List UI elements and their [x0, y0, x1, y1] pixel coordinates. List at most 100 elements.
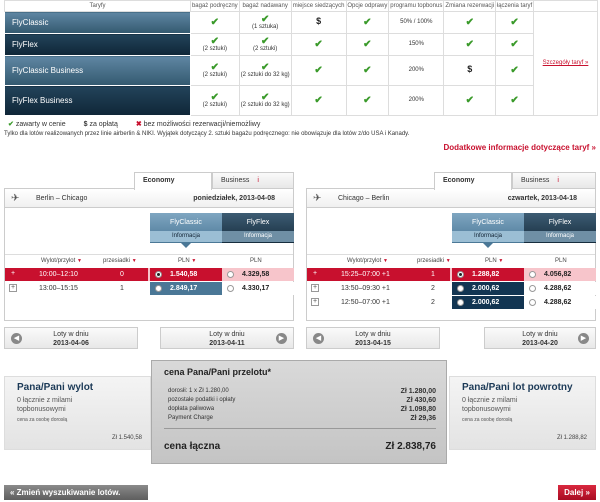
col-departure[interactable]: Wylot/przylot ▼ — [347, 255, 388, 268]
prev-day-button[interactable]: ◀ Loty w dniu 2013-04-06 — [4, 327, 138, 349]
radio-button[interactable] — [529, 299, 536, 306]
summary-title: Pana/Pani lot powrotny — [462, 382, 573, 393]
cell-checkin: ✔ — [345, 11, 390, 34]
tab-business[interactable]: Business i — [512, 172, 596, 189]
legend-not: ✖ bez możliwości rezerwacji/niemożliwy — [135, 121, 261, 128]
route-date: poniedziałek, 2013-04-08 — [193, 195, 275, 202]
fare-header-flyflex[interactable]: FlyFlex Informacja — [222, 213, 294, 243]
radio-button[interactable] — [227, 285, 234, 292]
tariff-row: FlyFlex ✔ (2 sztuki) ✔ (2 sztuki) ✔ ✔ 150%… — [4, 33, 598, 56]
sort-icon: ▼ — [191, 258, 197, 264]
route-bar: ✈ Berlin – Chicago poniedziałek, 2013-04… — [4, 188, 294, 208]
check-icon: ✔ — [363, 95, 372, 106]
price: 1.288,82 — [472, 271, 500, 278]
radio-button[interactable] — [227, 271, 234, 278]
radio-button[interactable] — [155, 285, 162, 292]
sort-icon: ▼ — [76, 258, 82, 264]
tariff-name: FlyClassic — [4, 11, 191, 34]
cell-hand: ✔ — [190, 11, 240, 34]
price-cell-flex[interactable]: 4.330,17 — [222, 282, 294, 295]
radio-button[interactable] — [155, 271, 162, 278]
expand-icon[interactable]: + — [311, 284, 319, 292]
radio-button[interactable] — [529, 271, 536, 278]
check-icon: ✔ — [210, 17, 219, 28]
radio-button[interactable] — [457, 299, 464, 306]
prev-day-button[interactable]: ◀ Loty w dniu 2013-04-15 — [306, 327, 440, 349]
check-icon: ✔ — [510, 17, 519, 28]
more-info-link[interactable]: Dodatkowe informacje dotyczące taryf » — [444, 143, 597, 152]
price-title: cena Pana/Pani przelotu* — [164, 367, 272, 377]
price-cell-classic[interactable]: 2.000,62 — [452, 296, 524, 309]
fare-info-link[interactable]: Informacja — [524, 231, 596, 242]
fare-info-link[interactable]: Informacja — [452, 231, 524, 242]
price-cell-classic[interactable]: 2.000,62 — [452, 282, 524, 295]
next-button[interactable]: Dalej » — [558, 485, 596, 500]
radio-button[interactable] — [457, 271, 464, 278]
summary-amount: Zł 1.540,58 — [111, 435, 142, 441]
fare-header-flyclassic[interactable]: FlyClassic Informacja — [150, 213, 222, 243]
flight-row[interactable]: + 13:50–09:30 +1 2 2.000,62 4.288,62 — [307, 282, 596, 295]
tab-economy[interactable]: Economy — [434, 172, 512, 190]
checked-note: (2 sztuki do 32 kg) — [240, 71, 290, 78]
radio-button[interactable] — [529, 285, 536, 292]
flight-time: 10:00–12:10 — [39, 271, 78, 278]
check-icon: ✔ — [314, 39, 323, 50]
total-label: cena łączna — [164, 441, 221, 452]
flight-row[interactable]: + 15:25–07:00 +1 1 1.288,82 4.056,82 — [307, 268, 596, 281]
plane-departure-icon: ✈ — [11, 193, 20, 204]
sort-icon: ▼ — [131, 258, 137, 264]
line-label: pozostałe podatki i opłaty — [168, 397, 236, 403]
col-pln-flex[interactable]: PLN — [555, 255, 567, 268]
tab-economy[interactable]: Economy — [134, 172, 212, 190]
fare-header-flyflex[interactable]: FlyFlex Informacja — [524, 213, 596, 243]
cell-change: ✔ — [443, 33, 497, 56]
flight-row[interactable]: + 10:00–12:10 0 1.540,58 4.329,58 — [5, 268, 294, 281]
price-cell-classic[interactable]: 1.540,58 — [150, 268, 222, 281]
price-line: Payment Charge Zł 29,36 — [168, 415, 436, 422]
fare-header-flyclassic[interactable]: FlyClassic Informacja — [452, 213, 524, 243]
radio-button[interactable] — [457, 285, 464, 292]
next-day-button[interactable]: Loty w dniu 2013-04-20 ▶ — [484, 327, 596, 349]
price-cell-flex[interactable]: 4.329,58 — [222, 268, 294, 281]
change-search-button[interactable]: « Zmień wyszukiwanie lotów. — [4, 485, 148, 500]
cell-change: ✔ — [443, 85, 497, 116]
check-icon: ✔ — [363, 39, 372, 50]
tab-business[interactable]: Business i — [212, 172, 294, 189]
miles-line-2: topbonusowymi — [17, 406, 66, 413]
expand-icon[interactable]: + — [9, 284, 17, 292]
arrow-right-icon: ▶ — [276, 333, 287, 344]
prev-day-date: 2013-04-06 — [53, 340, 89, 347]
col-pln-flex[interactable]: PLN — [250, 255, 262, 268]
price-cell-flex[interactable]: 4.288,62 — [524, 282, 596, 295]
price: 4.288,62 — [544, 285, 572, 292]
price-cell-classic[interactable]: 1.288,82 — [452, 268, 524, 281]
next-day-button[interactable]: Loty w dniu 2013-04-11 ▶ — [160, 327, 294, 349]
col-stops[interactable]: przesiadki ▼ — [103, 255, 137, 268]
expand-icon[interactable]: + — [9, 270, 17, 278]
check-icon: ✔ — [260, 13, 270, 25]
tariff-link-cell: Szczegóły taryf » — [533, 11, 598, 116]
cell-combine: ✔ — [495, 85, 534, 116]
price-cell-flex[interactable]: 4.056,82 — [524, 268, 596, 281]
col-stops[interactable]: przesiadki ▼ — [417, 255, 451, 268]
fare-info-link[interactable]: Informacja — [150, 231, 222, 242]
flight-row[interactable]: + 13:00–15:15 1 2.849,17 4.330,17 — [5, 282, 294, 295]
col-pln-classic[interactable]: PLN ▼ — [178, 255, 196, 268]
check-icon: ✔ — [510, 65, 519, 76]
price-cell-classic[interactable]: 2.849,17 — [150, 282, 222, 295]
col-departure[interactable]: Wylot/przylot ▼ — [41, 255, 82, 268]
tariff-header-empty — [533, 0, 598, 12]
cell-checkin: ✔ — [345, 85, 390, 116]
col-pln-classic[interactable]: PLN ▼ — [485, 255, 503, 268]
expand-icon[interactable]: + — [311, 298, 319, 306]
tariff-details-link[interactable]: Szczegóły taryf » — [543, 60, 589, 66]
cell-seat: ✔ — [290, 33, 347, 56]
cell-change: $ — [443, 55, 497, 86]
price-cell-flex[interactable]: 4.288,62 — [524, 296, 596, 309]
check-icon: ✔ — [8, 121, 14, 128]
fare-info-link[interactable]: Informacja — [222, 231, 294, 242]
inbound-panel: Economy Business i ✈ Chicago – Berlin czw… — [306, 172, 596, 352]
tariff-header: bagaż nadawany — [238, 0, 292, 12]
expand-icon[interactable]: + — [311, 270, 319, 278]
flight-row[interactable]: + 12:50–07:00 +1 2 2.000,62 4.288,62 — [307, 296, 596, 309]
